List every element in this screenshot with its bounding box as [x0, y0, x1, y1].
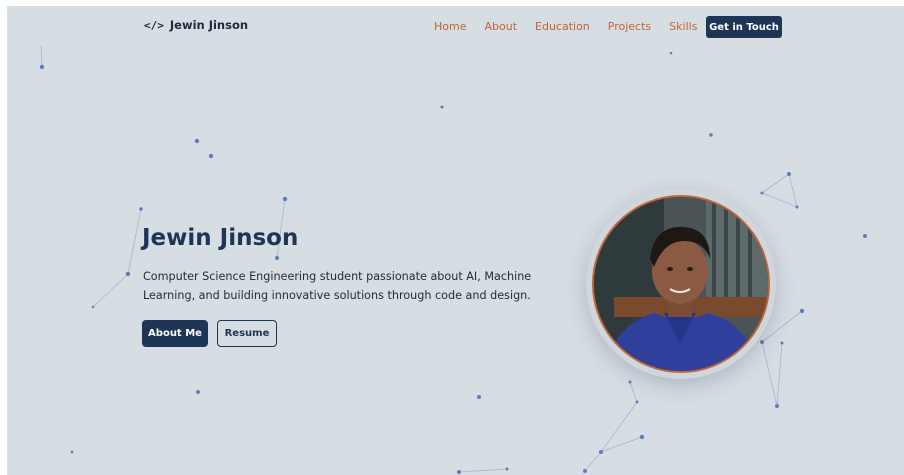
top-navbar: </> Jewin Jinson Home About Education Pr…	[7, 6, 904, 48]
resume-button[interactable]: Resume	[217, 320, 277, 347]
nav-link-home[interactable]: Home	[434, 20, 466, 33]
nav-links: Home About Education Projects Skills	[434, 20, 697, 33]
about-me-button[interactable]: About Me	[142, 320, 208, 347]
get-in-touch-button[interactable]: Get in Touch	[706, 16, 782, 38]
page: </> Jewin Jinson Home About Education Pr…	[7, 6, 904, 475]
nav-link-education[interactable]: Education	[535, 20, 590, 33]
profile-photo-frame	[586, 189, 776, 379]
nav-link-about[interactable]: About	[484, 20, 517, 33]
code-brackets-icon: </>	[144, 18, 164, 32]
hero-description: Computer Science Engineering student pas…	[143, 270, 532, 302]
nav-link-projects[interactable]: Projects	[608, 20, 651, 33]
profile-photo	[592, 195, 770, 373]
site-logo[interactable]: </> Jewin Jinson	[144, 18, 248, 32]
nav-link-skills[interactable]: Skills	[669, 20, 697, 33]
hero-title: Jewin Jinson	[142, 225, 299, 251]
logo-text: Jewin Jinson	[169, 18, 249, 32]
